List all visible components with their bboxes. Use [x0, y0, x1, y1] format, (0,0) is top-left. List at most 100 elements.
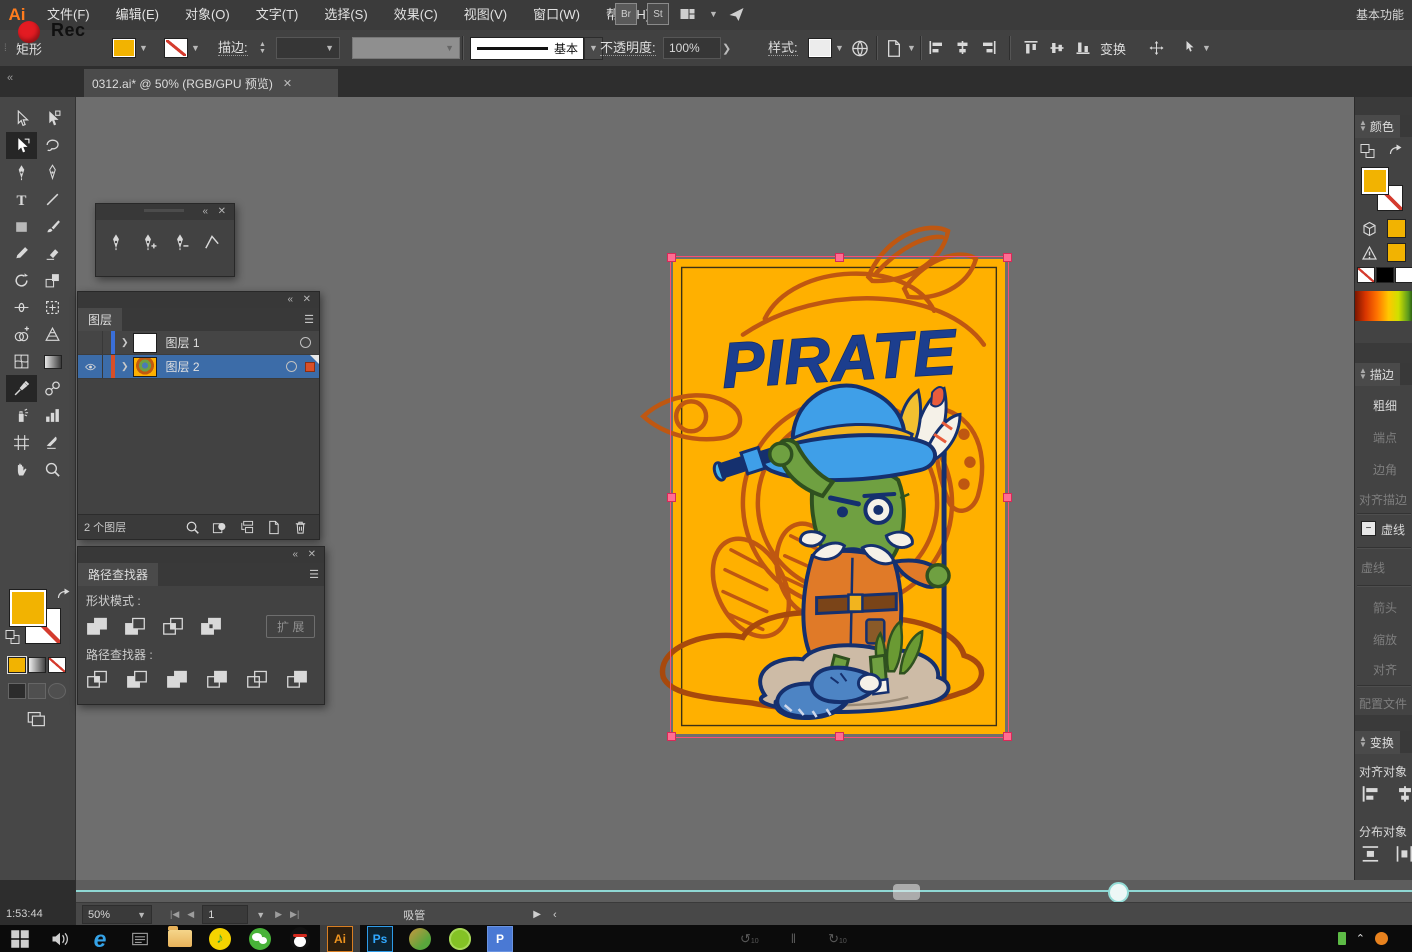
paintbrush-tool[interactable]	[37, 213, 68, 240]
panel-menu-icon[interactable]: ☰	[309, 568, 318, 581]
default-fill-stroke-icon[interactable]	[4, 629, 21, 645]
taskbar-task-list-icon[interactable]	[120, 925, 160, 952]
dashed-line-checkbox[interactable]: −	[1361, 521, 1376, 536]
first-artboard-icon[interactable]: |◀	[170, 909, 179, 920]
pen-tool[interactable]	[104, 230, 128, 254]
locate-object-icon[interactable]	[184, 520, 201, 535]
scrub-handle[interactable]	[1108, 882, 1129, 903]
crop-icon[interactable]	[206, 669, 232, 691]
stock-icon[interactable]: St	[647, 3, 669, 25]
distribute-h-icon[interactable]	[1395, 845, 1412, 864]
menu-item-4[interactable]: 选择(S)	[311, 0, 380, 30]
status-collapse-icon[interactable]: ‹	[553, 909, 557, 921]
select-similar-chevron-icon[interactable]: ▼	[1202, 43, 1211, 53]
collapse-panel-icon[interactable]: «	[287, 294, 293, 306]
draw-normal-mode-button[interactable]	[8, 683, 26, 699]
gradient-tool[interactable]	[37, 348, 68, 375]
outline-icon[interactable]	[246, 669, 272, 691]
collapse-panel-icon[interactable]: «	[7, 72, 13, 84]
width-tool[interactable]	[6, 294, 37, 321]
tab-close-icon[interactable]: ✕	[283, 77, 292, 90]
tray-chevron-up-icon[interactable]: ⌃	[1356, 932, 1365, 945]
scale-tool[interactable]	[37, 267, 68, 294]
taskbar-edge-icon[interactable]: e	[80, 925, 120, 952]
graph-tool[interactable]	[37, 402, 68, 429]
swap-fill-stroke-icon[interactable]	[1387, 143, 1404, 159]
align-h-center-icon[interactable]	[954, 40, 971, 56]
transform-icon[interactable]	[1148, 40, 1165, 56]
close-panel-icon[interactable]: ✕	[218, 206, 226, 218]
perspective-grid-tool[interactable]	[37, 321, 68, 348]
default-fill-stroke-icon[interactable]	[1359, 143, 1376, 159]
opacity-panel-arrow-icon[interactable]: ❯	[722, 30, 731, 66]
color-mode-none-button[interactable]	[48, 657, 66, 673]
stroke-weight-stepper[interactable]: ▲▼	[259, 30, 266, 66]
direct-selection-tool[interactable]	[37, 105, 68, 132]
white-swatch[interactable]	[1395, 267, 1412, 283]
draw-inside-mode-button[interactable]	[48, 683, 66, 699]
chevron-down-icon[interactable]: ▼	[709, 9, 718, 19]
document-info-globe-icon[interactable]	[850, 39, 870, 58]
layer-thumbnail[interactable]	[133, 357, 157, 377]
transform-panel-tab[interactable]: ▲▼变换	[1355, 731, 1400, 754]
draw-behind-mode-button[interactable]	[28, 683, 46, 699]
stroke-weight-label[interactable]: 描边:	[218, 40, 248, 56]
fill-color-indicator[interactable]	[1361, 167, 1389, 195]
zoom-tool[interactable]	[37, 456, 68, 483]
free-transform-tool[interactable]	[37, 294, 68, 321]
taskbar-illustrator-icon[interactable]: Ai	[320, 925, 360, 952]
close-panel-icon[interactable]: ✕	[308, 549, 316, 561]
taskbar-wechat-icon[interactable]	[240, 925, 280, 952]
screen-mode-icon[interactable]	[26, 709, 46, 728]
opacity-label[interactable]: 不透明度:	[600, 40, 656, 56]
minus-back-icon[interactable]	[286, 669, 312, 691]
layer-target-icon[interactable]	[286, 361, 297, 372]
anchor-point-tool[interactable]	[200, 230, 224, 254]
stroke-color-swatch[interactable]	[164, 38, 188, 58]
slice-tool[interactable]	[37, 429, 68, 456]
layer-visibility-toggle[interactable]	[78, 331, 103, 354]
menu-item-6[interactable]: 视图(V)	[451, 0, 520, 30]
exclude-icon[interactable]	[200, 616, 226, 638]
style-label[interactable]: 样式:	[768, 40, 798, 56]
layer-name[interactable]: 图层 1	[166, 334, 300, 351]
arrange-documents-icon[interactable]	[679, 6, 696, 22]
status-play-icon[interactable]: ▶	[533, 909, 541, 920]
divide-icon[interactable]	[86, 669, 112, 691]
taskbar-green-app-icon[interactable]	[440, 925, 480, 952]
tray-orange-icon[interactable]	[1375, 932, 1388, 945]
fill-color-swatch[interactable]	[112, 38, 136, 58]
align-bottom-icon[interactable]	[1075, 40, 1092, 56]
distribute-v-icon[interactable]	[1361, 845, 1381, 864]
workspace-switcher[interactable]: 基本功能	[1356, 0, 1404, 30]
recorder-controls[interactable]: ↺10 ‖ ↻10	[740, 931, 847, 947]
lasso-tool[interactable]	[37, 132, 68, 159]
color-spectrum-bar[interactable]	[1355, 291, 1412, 321]
menu-item-5[interactable]: 效果(C)	[381, 0, 451, 30]
style-chevron-icon[interactable]: ▼	[835, 43, 844, 53]
shape-builder-tool[interactable]	[6, 321, 37, 348]
rectangle-tool[interactable]	[6, 213, 37, 240]
make-clipping-mask-icon[interactable]	[211, 520, 228, 535]
taskbar-start-icon[interactable]	[0, 925, 40, 952]
bridge-icon[interactable]: Br	[615, 3, 637, 25]
align-right-icon[interactable]	[980, 40, 997, 56]
stroke-weight-select[interactable]: ▼	[276, 37, 340, 59]
document-tab[interactable]: 0312.ai* @ 50% (RGB/GPU 预览) ✕	[84, 69, 338, 97]
share-icon[interactable]	[728, 6, 745, 22]
menu-item-1[interactable]: 编辑(E)	[103, 0, 172, 30]
align-top-icon[interactable]	[1023, 40, 1040, 56]
align-v-center-icon[interactable]	[1049, 40, 1066, 56]
delete-anchor-tool[interactable]	[168, 230, 192, 254]
menu-item-3[interactable]: 文字(T)	[243, 0, 312, 30]
zoom-level-select[interactable]: 50%▼	[82, 905, 152, 924]
selection-tool[interactable]	[6, 105, 37, 132]
stroke-chevron-icon[interactable]: ▼	[191, 43, 200, 53]
brush-definition-select[interactable]: 基本	[470, 37, 584, 60]
align-h-center-icon[interactable]	[1395, 785, 1412, 804]
scrub-timeline[interactable]	[28, 890, 1412, 892]
swap-fill-stroke-icon[interactable]	[55, 587, 72, 603]
artboard-tool[interactable]	[6, 429, 37, 456]
last-artboard-icon[interactable]: ▶|	[290, 909, 299, 920]
unite-icon[interactable]	[86, 616, 112, 638]
